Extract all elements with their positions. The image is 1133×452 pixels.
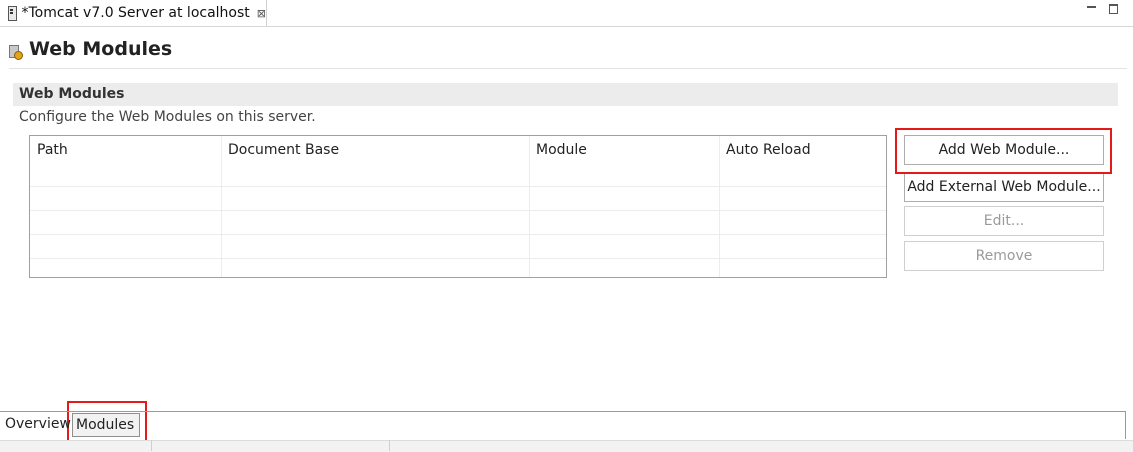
table-header: Path Document Base Module Auto Reload [30, 136, 886, 186]
bottom-tab-divider [0, 411, 1126, 412]
column-divider[interactable] [529, 136, 530, 277]
status-divider [151, 440, 152, 451]
section-description: Configure the Web Modules on this server… [19, 109, 316, 125]
column-header-document-base[interactable]: Document Base [228, 142, 339, 158]
form-header: Web Modules [9, 38, 172, 60]
tab-overview[interactable]: Overview [5, 413, 71, 437]
editor-tab-title: *Tomcat v7.0 Server at localhost [21, 5, 250, 21]
close-icon[interactable]: ⊠ [257, 7, 266, 20]
editor-tab[interactable]: *Tomcat v7.0 Server at localhost ⊠ [0, 0, 267, 26]
section-title: Web Modules [13, 83, 1118, 106]
table-row-divider [30, 234, 886, 235]
page-title: Web Modules [29, 38, 173, 60]
edit-button[interactable]: Edit... [904, 206, 1104, 236]
add-web-module-button[interactable]: Add Web Module... [904, 135, 1104, 165]
window-controls [1087, 2, 1119, 14]
status-strip [0, 440, 1133, 452]
column-divider[interactable] [221, 136, 222, 277]
column-header-module[interactable]: Module [536, 142, 587, 158]
bottom-tab-edge [1125, 411, 1126, 439]
web-modules-table[interactable]: Path Document Base Module Auto Reload [29, 135, 887, 278]
column-header-auto-reload[interactable]: Auto Reload [726, 142, 811, 158]
table-row-divider [30, 210, 886, 211]
column-divider[interactable] [719, 136, 720, 277]
minimize-icon[interactable] [1087, 2, 1097, 14]
table-row-divider [30, 258, 886, 259]
editor-tab-bar: *Tomcat v7.0 Server at localhost ⊠ [0, 0, 1133, 27]
remove-button[interactable]: Remove [904, 241, 1104, 271]
tab-modules[interactable]: Modules [72, 413, 140, 437]
web-module-icon [9, 44, 23, 60]
column-header-path[interactable]: Path [37, 142, 68, 158]
table-row-divider [30, 186, 886, 187]
add-external-web-module-button[interactable]: Add External Web Module... [904, 172, 1104, 202]
maximize-icon[interactable] [1109, 2, 1119, 14]
status-divider [389, 440, 390, 451]
header-divider [9, 68, 1127, 69]
server-file-icon [7, 6, 18, 21]
